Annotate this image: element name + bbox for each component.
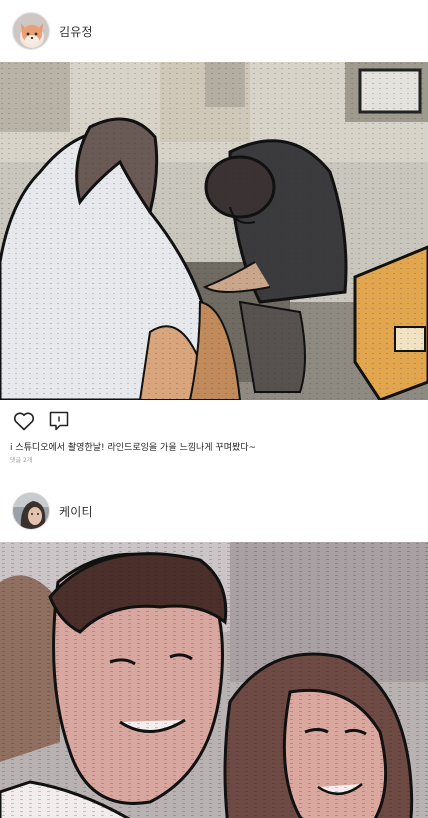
user-avatar[interactable] <box>12 492 50 530</box>
portrait-avatar-icon <box>13 493 49 529</box>
comments-count-link[interactable]: 댓글 2개 <box>0 454 428 465</box>
username[interactable]: 김유정 <box>59 23 93 40</box>
post-photo[interactable] <box>0 542 428 818</box>
post-actions <box>0 400 428 442</box>
feed: 김유정 i 스튜디오에서 촬영한날! 라인드로잉을 가을 느낌나게 꾸며봤다~ … <box>0 0 428 818</box>
post-caption: i 스튜디오에서 촬영한날! 라인드로잉을 가을 느낌나게 꾸며봤다~ <box>10 443 257 453</box>
comment-icon[interactable] <box>47 409 71 433</box>
post-header: 김유정 <box>0 0 428 62</box>
username[interactable]: 케이티 <box>59 503 93 520</box>
heart-icon[interactable] <box>12 409 36 433</box>
post-divider <box>0 465 428 480</box>
fox-avatar-icon <box>13 13 49 49</box>
user-avatar[interactable] <box>12 12 50 50</box>
post-photo[interactable] <box>0 62 428 400</box>
post-header: 케이티 <box>0 480 428 542</box>
post: 김유정 i 스튜디오에서 촬영한날! 라인드로잉을 가을 느낌나게 꾸며봤다~ … <box>0 0 428 465</box>
post: 케이티 <box>0 480 428 818</box>
